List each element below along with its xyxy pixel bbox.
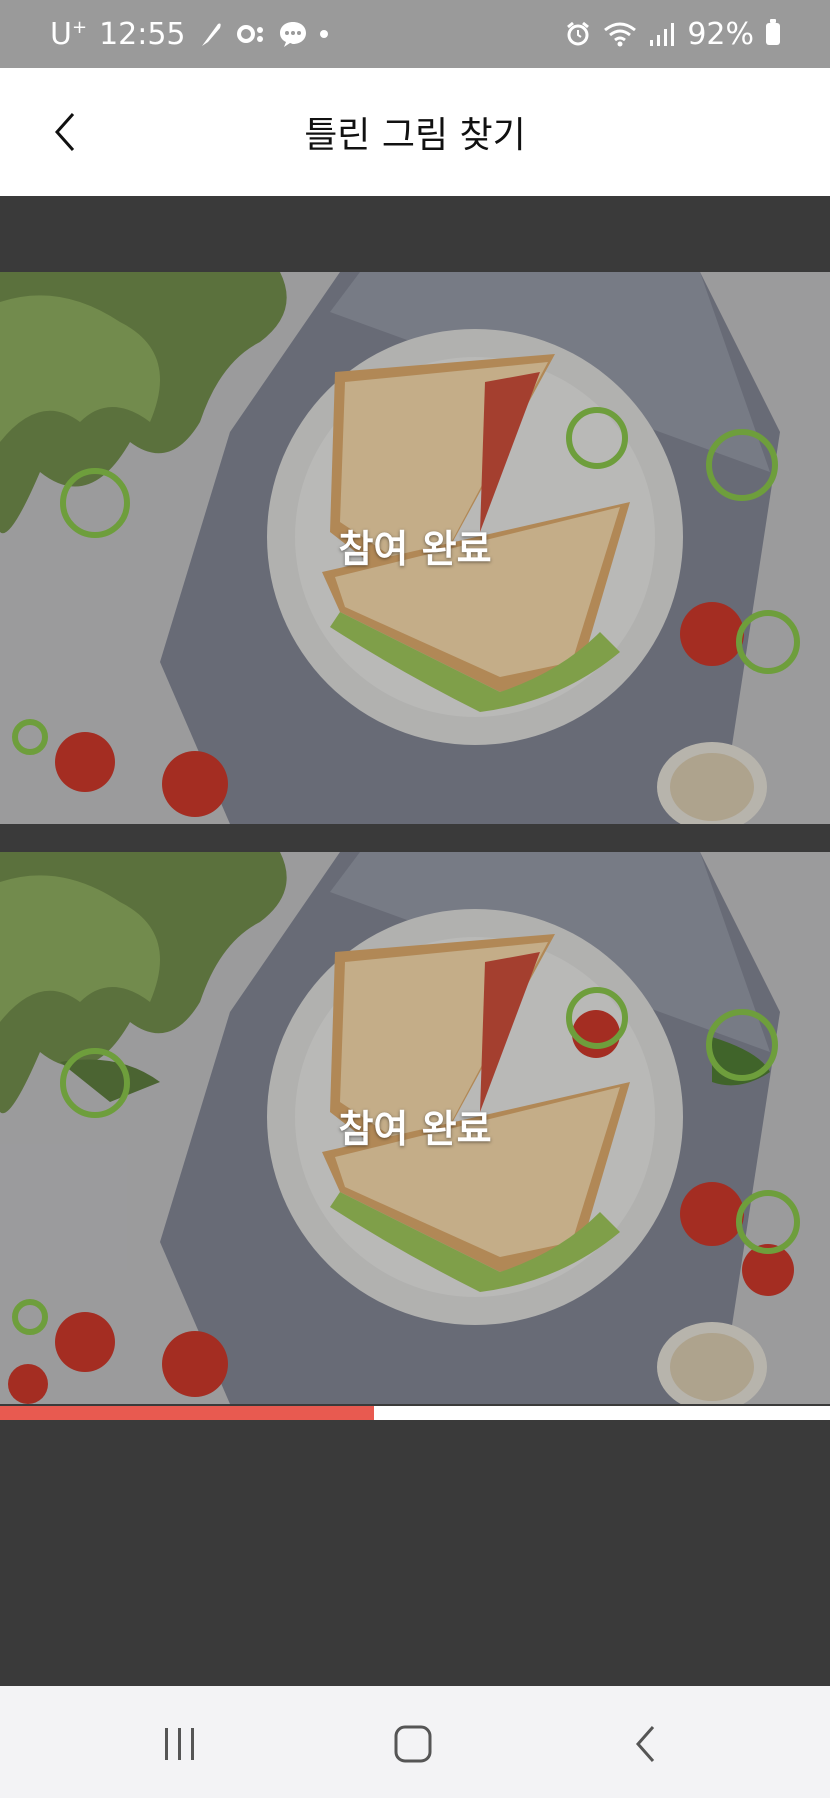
found-marker xyxy=(736,1190,800,1254)
link-icon xyxy=(236,22,266,46)
found-marker xyxy=(12,719,48,755)
signal-icon xyxy=(649,22,675,46)
status-left: U+ 12:55 xyxy=(50,0,328,68)
system-nav-bar xyxy=(0,1686,830,1798)
notification-dot-icon xyxy=(319,30,328,38)
home-button[interactable] xyxy=(373,1714,453,1774)
chat-icon xyxy=(278,20,308,48)
found-marker xyxy=(566,407,628,469)
found-marker xyxy=(736,610,800,674)
alarm-icon xyxy=(565,21,591,47)
participation-complete-label: 참여 완료 xyxy=(338,527,492,571)
recent-apps-icon xyxy=(165,1728,194,1760)
wifi-icon xyxy=(603,21,637,47)
page-title: 틀린 그림 찾기 xyxy=(304,115,526,156)
recent-apps-button[interactable] xyxy=(140,1714,220,1774)
battery-icon xyxy=(766,19,780,45)
back-icon xyxy=(635,1726,655,1762)
found-marker xyxy=(566,987,628,1049)
carrier-label: U+ xyxy=(50,16,88,52)
found-marker xyxy=(12,1299,48,1335)
clock: 12:55 xyxy=(99,16,186,52)
nav-back-button[interactable] xyxy=(606,1714,686,1774)
home-icon xyxy=(394,1725,432,1763)
status-right: 92% xyxy=(565,0,780,68)
found-marker xyxy=(706,1009,778,1081)
game-area: 참여 완료 참여 완료 xyxy=(0,196,830,1686)
feather-icon xyxy=(198,20,224,48)
battery-percent: 92% xyxy=(687,16,754,52)
altered-picture[interactable]: 참여 완료 xyxy=(0,852,830,1404)
progress-bar xyxy=(0,1406,830,1420)
found-marker xyxy=(706,429,778,501)
app-header: 틀린 그림 찾기 xyxy=(0,68,830,196)
original-picture[interactable]: 참여 완료 xyxy=(0,272,830,824)
progress-fill xyxy=(0,1406,374,1420)
status-bar: U+ 12:55 92% xyxy=(0,0,830,68)
participation-complete-label: 참여 완료 xyxy=(338,1107,492,1151)
